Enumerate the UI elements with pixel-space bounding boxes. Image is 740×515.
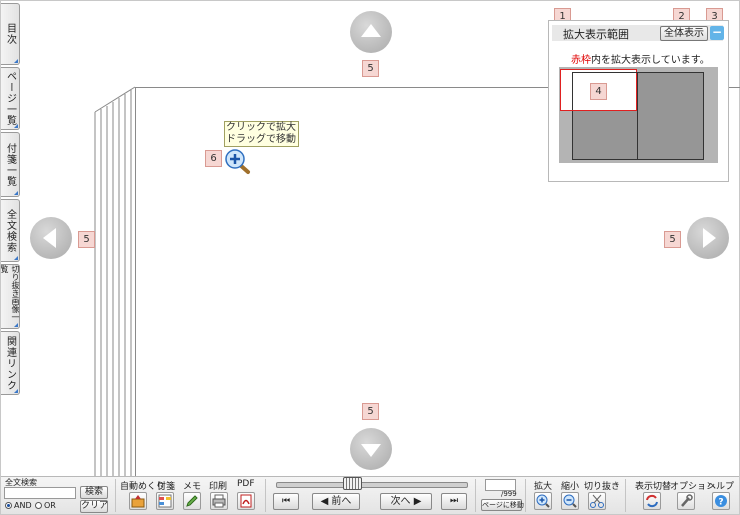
page-total: /999 — [501, 490, 517, 498]
zoom-panel-title: 拡大表示範囲 — [563, 28, 629, 41]
badge-red-frame: 4 — [590, 83, 607, 100]
toolbar-divider — [115, 479, 116, 512]
and-radio-dot — [7, 504, 10, 507]
collapse-panel-button[interactable]: − — [710, 26, 724, 40]
prev-page-up-button[interactable] — [350, 11, 392, 53]
first-page-button[interactable]: ⏮ — [273, 493, 299, 510]
auto-flip-glyph — [131, 495, 145, 508]
next-page-button[interactable] — [687, 217, 729, 259]
zoom-in-label: 拡大 — [534, 482, 553, 492]
zoom-range-panel: 拡大表示範囲 全体表示 − 赤枠内を拡大表示しています。 — [548, 20, 729, 182]
view-switch-label: 表示切替 — [635, 482, 672, 492]
zoom-out-glyph — [563, 494, 577, 508]
wrench-icon[interactable] — [677, 492, 695, 510]
next-page-down-button[interactable] — [350, 428, 392, 470]
zoom-in-icon[interactable] — [534, 492, 552, 510]
red-frame-word: 赤枠 — [571, 55, 591, 66]
or-radio[interactable] — [35, 502, 42, 509]
sticky-note-glyph — [158, 494, 172, 508]
zoom-out-label: 縮小 — [561, 482, 580, 492]
last-page-button[interactable]: ⏭ — [441, 493, 467, 510]
badge-zoom-cursor: 6 — [205, 150, 222, 167]
show-all-button[interactable]: 全体表示 — [660, 26, 708, 41]
sticky-note-icon[interactable] — [156, 492, 174, 510]
zoom-in-glyph — [536, 494, 550, 508]
go-to-page-button[interactable]: ページに移動 — [481, 499, 524, 511]
help-glyph: ? — [715, 495, 727, 508]
tooltip-line2: ドラッグで移動 — [226, 134, 296, 145]
printer-icon[interactable] — [210, 492, 228, 510]
toolbar-divider — [525, 479, 526, 512]
zoom-panel-message: 赤枠内を拡大表示しています。 — [571, 51, 710, 66]
badge-nav-left: 5 — [78, 231, 95, 248]
toolbar-divider — [475, 479, 476, 512]
scissors-icon[interactable] — [588, 492, 606, 510]
thumb-right-page — [638, 72, 704, 160]
badge-nav-bottom: 5 — [362, 403, 379, 420]
view-switch-glyph — [646, 494, 658, 508]
auto-flip-icon[interactable] — [129, 492, 147, 510]
page-slider-track[interactable] — [276, 482, 468, 488]
prev-page-button[interactable] — [30, 217, 72, 259]
pdf-label: PDF — [237, 479, 255, 489]
clip-label: 切り抜き — [584, 482, 621, 492]
pencil-icon[interactable] — [183, 492, 201, 510]
toolbar-divider — [625, 479, 626, 512]
arrow-down-icon — [361, 444, 381, 457]
zoom-tooltip: クリックで拡大 ドラッグで移動 — [224, 121, 299, 147]
badge-nav-right: 5 — [664, 231, 681, 248]
wrench-glyph — [681, 494, 693, 507]
prev-button[interactable]: ◀ 前へ — [312, 493, 360, 510]
arrow-up-icon — [361, 24, 381, 37]
view-switch-icon[interactable] — [643, 492, 661, 510]
search-input[interactable] — [4, 487, 76, 499]
pdf-icon[interactable] — [237, 492, 255, 510]
and-radio[interactable] — [5, 502, 12, 509]
page-slider-thumb[interactable] — [343, 477, 362, 490]
zoom-thumbnail[interactable] — [559, 67, 718, 163]
bottom-toolbar: 全文検索 検索 クリア AND OR 自動めくり 付箋 メモ 印刷 PDF ⏮ … — [1, 476, 739, 514]
toolbar-divider — [265, 479, 266, 512]
pdf-glyph — [240, 494, 252, 508]
sticky-label: 付箋 — [157, 482, 176, 492]
badge-nav-top: 5 — [362, 60, 379, 77]
memo-label: メモ — [183, 482, 202, 492]
search-button[interactable]: 検索 — [80, 486, 108, 499]
print-label: 印刷 — [209, 482, 228, 492]
zoom-out-icon[interactable] — [561, 492, 579, 510]
svg-text:?: ? — [718, 498, 723, 508]
arrow-right-icon — [703, 228, 716, 248]
scissors-glyph — [590, 494, 604, 508]
or-label: OR — [44, 501, 56, 510]
clear-button[interactable]: クリア — [80, 500, 108, 513]
help-icon[interactable]: ? — [712, 492, 730, 510]
help-label: ヘルプ — [707, 482, 735, 492]
tooltip-line1: クリックで拡大 — [226, 122, 296, 133]
arrow-left-icon — [43, 228, 56, 248]
printer-glyph — [212, 494, 226, 508]
zoom-cursor-icon[interactable] — [225, 149, 253, 175]
pencil-glyph — [186, 495, 198, 507]
message-rest: 内を拡大表示しています。 — [591, 55, 710, 66]
and-label: AND — [14, 501, 32, 510]
zoom-panel-header: 拡大表示範囲 全体表示 − — [552, 25, 724, 41]
next-button[interactable]: 次へ ▶ — [380, 493, 432, 510]
